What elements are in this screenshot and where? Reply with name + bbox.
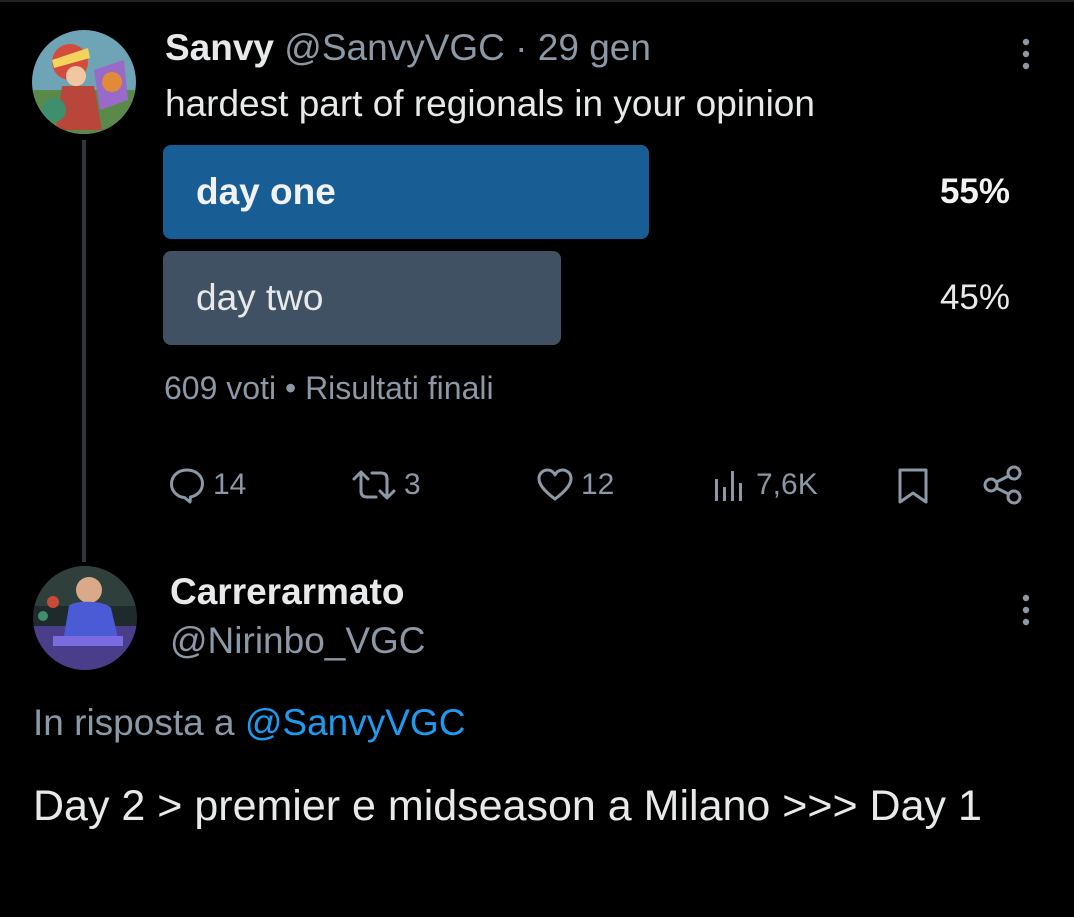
poll-meta: 609 voti • Risultati finali — [164, 368, 494, 408]
thread-connector-line — [82, 140, 86, 562]
top-divider — [0, 0, 1074, 2]
bookmark-icon — [898, 468, 928, 504]
tweet-text: hardest part of regionals in your opinio… — [165, 83, 815, 124]
avatar-image — [32, 30, 136, 134]
share-icon — [983, 465, 1022, 505]
bookmark-button[interactable] — [893, 460, 933, 510]
author-name[interactable]: Sanvy — [165, 27, 274, 68]
avatar-image — [33, 566, 137, 670]
retweet-count: 3 — [404, 468, 421, 501]
retweet-button[interactable]: 3 — [350, 460, 421, 510]
tweet-date[interactable]: 29 gen — [538, 27, 651, 68]
reply-count: 14 — [213, 468, 247, 501]
views-count: 7,6K — [756, 468, 818, 501]
tweet-header: Sanvy @SanvyVGC · 29 gen — [165, 26, 651, 70]
poll-option-label: day one — [196, 171, 336, 212]
reply-text: Day 2 > premier e midseason a Milano >>>… — [33, 782, 982, 830]
like-button[interactable]: 12 — [535, 460, 614, 510]
more-options-button[interactable] — [1016, 34, 1036, 74]
author-handle[interactable]: @SanvyVGC — [284, 27, 505, 68]
poll-option: day two 45% — [163, 251, 1012, 345]
poll-option-percent: 55% — [939, 172, 1010, 211]
reply-author-name[interactable]: Carrerarmato — [170, 570, 404, 614]
reply-author-handle[interactable]: @Nirinbo_VGC — [170, 619, 426, 663]
reply-button[interactable]: 14 — [167, 460, 246, 510]
header-separator: · — [515, 27, 528, 68]
poll-option-label: day two — [196, 277, 324, 318]
in-reply-mention-link[interactable]: @SanvyVGC — [245, 702, 466, 743]
poll-option-percent: 45% — [939, 278, 1010, 317]
share-button[interactable] — [982, 460, 1024, 510]
avatar[interactable] — [33, 566, 137, 670]
like-count: 12 — [581, 468, 615, 501]
more-vertical-icon — [1022, 38, 1030, 70]
more-vertical-icon — [1022, 594, 1030, 626]
poll-status: Risultati finali — [305, 370, 494, 406]
comment-icon — [170, 468, 204, 504]
poll-option: day one 55% — [163, 145, 1012, 239]
retweet-icon — [352, 470, 396, 500]
in-reply-to: In risposta a @SanvyVGC — [33, 701, 465, 745]
heart-icon — [537, 468, 573, 501]
avatar[interactable] — [32, 30, 136, 134]
more-options-button[interactable] — [1016, 590, 1036, 630]
poll-meta-separator: • — [284, 370, 297, 406]
views-button[interactable]: 7,6K — [710, 460, 818, 510]
poll-votes: 609 voti — [164, 370, 277, 406]
analytics-icon — [715, 471, 742, 501]
in-reply-prefix: In risposta a — [33, 702, 235, 743]
